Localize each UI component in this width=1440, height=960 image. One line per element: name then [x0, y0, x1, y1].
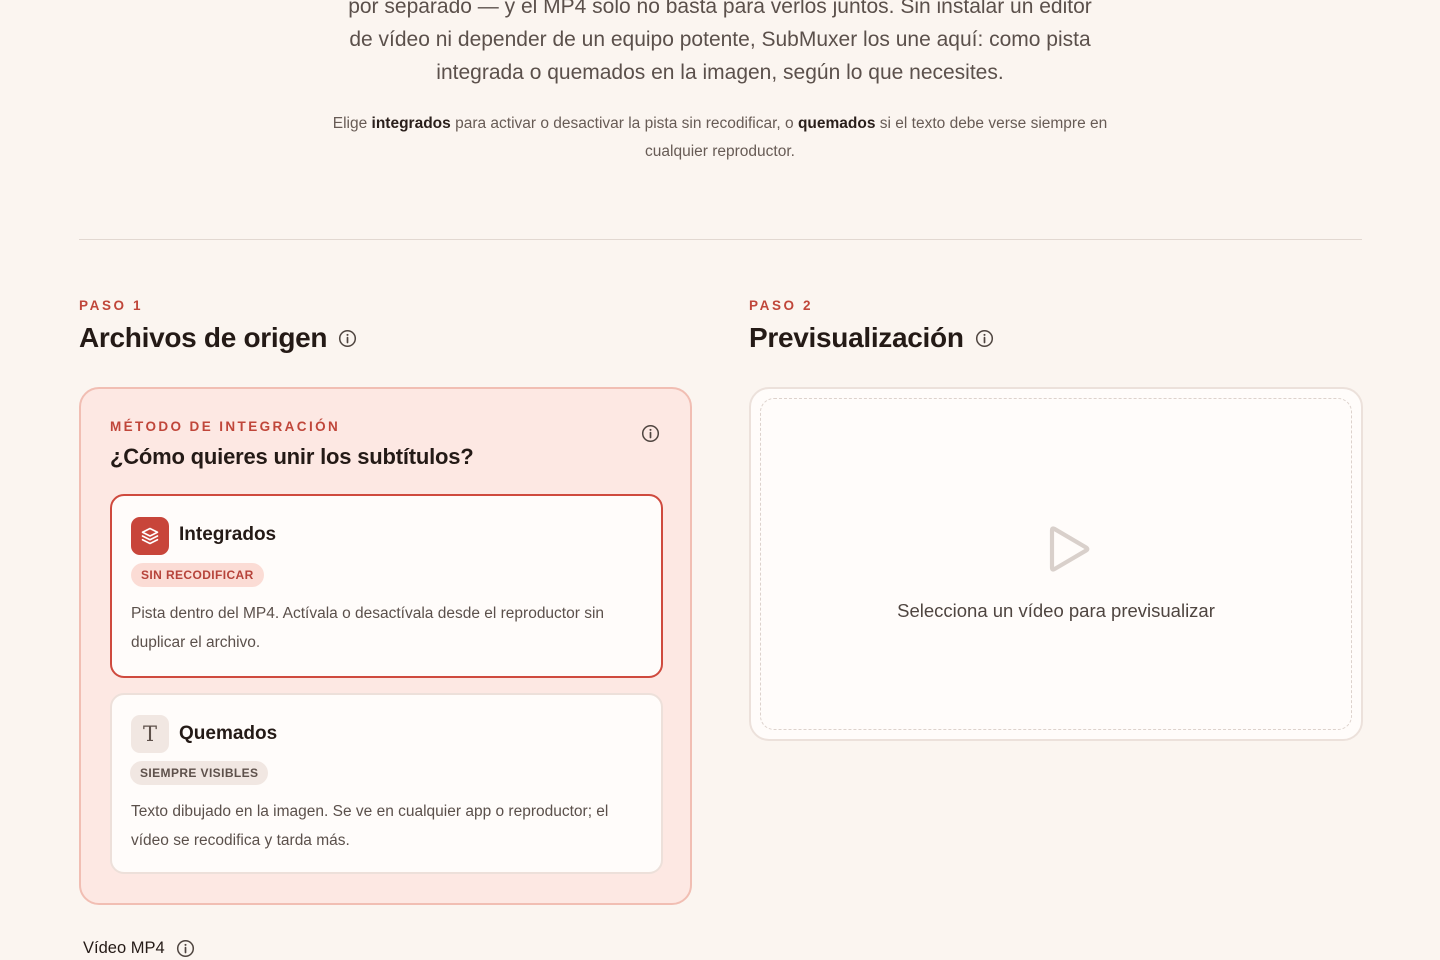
option-description: Pista dentro del MP4. Actívala o desactí…: [131, 605, 605, 651]
intro-hint: Elige integrados para activar o desactiv…: [330, 110, 1110, 166]
info-icon[interactable]: [338, 329, 357, 348]
step1-title: Archivos de origen: [79, 322, 357, 354]
preview-empty-text: Selecciona un vídeo para previsualizar: [897, 600, 1215, 621]
hint-strong-integrated: integrados: [371, 115, 451, 132]
hint-text-2: para activar o desactivar la pista sin r…: [450, 115, 798, 132]
option-title: Integrados: [179, 524, 277, 545]
play-icon: [1046, 525, 1092, 580]
text-icon: T: [131, 715, 169, 753]
intro-lead: por separado — y el MP4 solo no basta pa…: [325, 0, 1115, 89]
step1-label: PASO 1: [79, 298, 144, 313]
method-question: ¿Cómo quieres unir los subtítulos?: [110, 444, 474, 469]
intro-lead-line-1: por separado — y el MP4 solo no basta pa…: [348, 0, 1092, 18]
intro-lead-line-2: de vídeo ni depender de un equipo potent…: [349, 28, 1091, 51]
option-burned[interactable]: T Quemados SIEMPRE VISIBLES Texto dibuja…: [110, 693, 663, 874]
hint-strong-burned: quemados: [797, 115, 876, 132]
step2-label: PASO 2: [749, 298, 814, 313]
option-badge: SIN RECODIFICAR: [131, 563, 264, 587]
preview-card: Selecciona un vídeo para previsualizar: [749, 387, 1363, 741]
info-icon[interactable]: [176, 939, 195, 958]
section-divider: [79, 239, 1362, 240]
step1-title-text: Archivos de origen: [79, 322, 328, 353]
preview-dropzone[interactable]: Selecciona un vídeo para previsualizar: [760, 398, 1352, 730]
video-mp4-label-text: Vídeo MP4: [83, 939, 165, 957]
layers-icon: [131, 517, 169, 555]
option-integrated[interactable]: Integrados SIN RECODIFICAR Pista dentro …: [110, 494, 663, 678]
info-icon[interactable]: [641, 424, 660, 443]
hint-text-1: Elige: [332, 115, 372, 132]
step2-title-text: Previsualización: [749, 322, 964, 353]
option-description: Texto dibujado en la imagen. Se ve en cu…: [131, 803, 609, 849]
video-mp4-label: Vídeo MP4: [83, 939, 195, 958]
option-title: Quemados: [179, 723, 278, 744]
info-icon[interactable]: [975, 329, 994, 348]
integration-method-card: MÉTODO DE INTEGRACIÓN ¿Cómo quieres unir…: [79, 387, 692, 905]
option-badge: SIEMPRE VISIBLES: [130, 761, 269, 785]
method-kicker: MÉTODO DE INTEGRACIÓN: [110, 419, 341, 434]
intro-lead-line-3: integrada o quemados en la imagen, según…: [436, 61, 1004, 84]
step2-title: Previsualización: [749, 322, 994, 354]
intro-section: por separado — y el MP4 solo no basta pa…: [0, 0, 1440, 166]
